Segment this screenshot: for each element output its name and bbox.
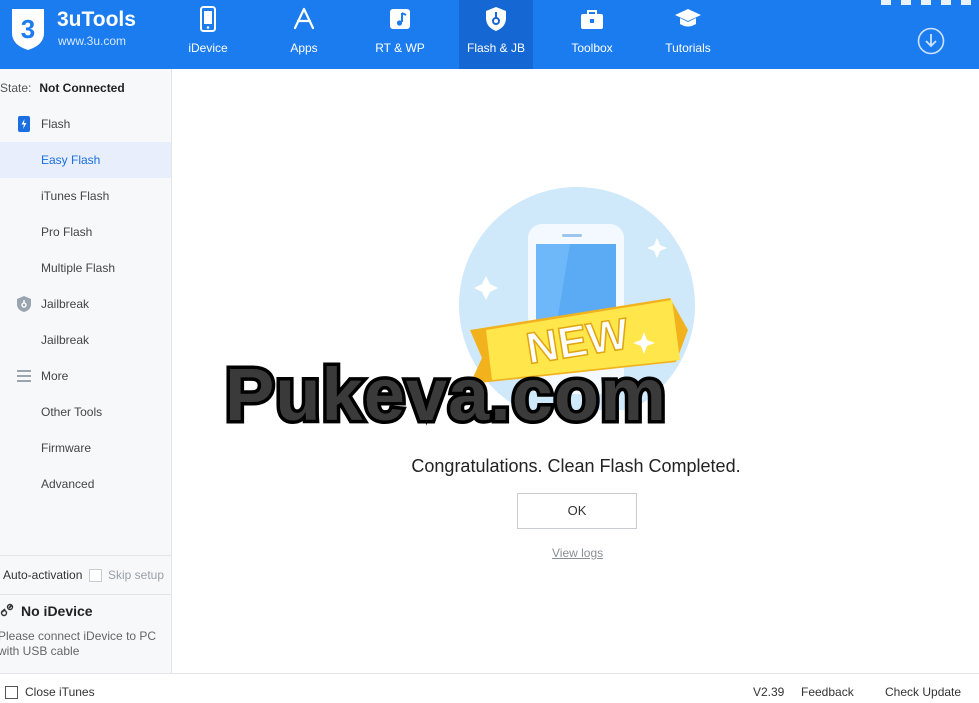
watermark-outline: Pukeva.com: [222, 354, 670, 435]
tab-label: Flash & JB: [466, 41, 526, 55]
tab-label: Apps: [290, 41, 318, 55]
app-site: www.3u.com: [58, 34, 127, 48]
sidebar-item-other-tools[interactable]: Other Tools: [0, 394, 171, 430]
close-itunes-checkbox[interactable]: [5, 686, 18, 699]
connect-message: Please connect iDevice to PC with USB ca…: [0, 629, 157, 658]
app-store-icon: [293, 7, 315, 30]
app-name: 3uTools: [57, 8, 136, 31]
sidebar-item-label: Multiple Flash: [41, 261, 116, 275]
sidebar: State: Not Connected Flash Easy Flash iTu…: [0, 69, 172, 673]
watermark-text: Pukeva.com: [222, 353, 670, 436]
sidebar-item-label: Pro Flash: [41, 225, 93, 239]
tab-idevice[interactable]: iDevice: [171, 0, 245, 69]
window-skin-icon[interactable]: [881, 0, 891, 5]
graduation-cap-icon: [675, 9, 701, 27]
no-idevice-title: No iDevice: [21, 603, 93, 619]
3u-logo-icon: 3: [12, 9, 44, 50]
download-icon[interactable]: [917, 27, 945, 55]
tab-toolbox[interactable]: Toolbox: [555, 0, 629, 69]
sidebar-group-label: More: [41, 369, 69, 383]
tab-apps[interactable]: Apps: [267, 0, 341, 69]
sidebar-group-label: Flash: [41, 117, 71, 131]
check-update-link[interactable]: Check Update: [885, 685, 961, 699]
sidebar-group-jailbreak[interactable]: Jailbreak: [0, 286, 171, 322]
sidebar-group-more[interactable]: More: [0, 358, 171, 394]
window-menu-icon[interactable]: [901, 0, 911, 5]
window-minimize-icon[interactable]: [921, 0, 931, 5]
auto-activation-label: Auto-activation: [3, 568, 83, 582]
version-label: V2.39: [753, 685, 785, 699]
divider: [0, 555, 171, 556]
sidebar-item-label: Jailbreak: [41, 333, 90, 347]
top-bar: 3 3uTools www.3u.com iDevice Apps RT & W…: [0, 0, 979, 69]
sidebar-item-label: Firmware: [41, 441, 91, 455]
music-note-icon: [390, 9, 410, 29]
window-maximize-icon[interactable]: [941, 0, 951, 5]
menu-lines-icon: [17, 370, 31, 382]
toolbox-icon: [581, 10, 603, 29]
completion-message: Congratulations. Clean Flash Completed.: [411, 456, 741, 476]
shield-icon: [17, 296, 31, 312]
sidebar-item-label: Advanced: [41, 477, 95, 491]
tab-tutorials[interactable]: Tutorials: [651, 0, 725, 69]
sidebar-item-easy-flash[interactable]: Easy Flash: [0, 142, 171, 178]
sidebar-item-label: iTunes Flash: [41, 189, 110, 203]
status-bar: Close iTunes V2.39 Feedback Check Update: [0, 673, 979, 703]
divider: [0, 594, 171, 595]
feedback-link[interactable]: Feedback: [801, 685, 854, 699]
flash-phone-icon: [18, 116, 30, 132]
sidebar-item-itunes-flash[interactable]: iTunes Flash: [0, 178, 171, 214]
tab-label: Tutorials: [665, 41, 711, 55]
window-close-icon[interactable]: [961, 0, 971, 5]
skip-setup-checkbox[interactable]: [89, 569, 102, 582]
sidebar-item-advanced[interactable]: Advanced: [0, 466, 171, 502]
tab-label: RT & WP: [375, 41, 425, 55]
sidebar-item-label: Easy Flash: [41, 153, 101, 167]
ok-button[interactable]: OK: [517, 493, 637, 529]
skip-setup-label: Skip setup: [108, 568, 165, 582]
sidebar-group-flash[interactable]: Flash: [0, 106, 171, 142]
view-logs-link[interactable]: View logs: [552, 546, 603, 560]
tab-rt-wp[interactable]: RT & WP: [363, 0, 437, 69]
tab-label: Toolbox: [571, 41, 613, 55]
disconnected-link-icon: [0, 603, 14, 617]
sidebar-item-label: Other Tools: [41, 405, 103, 419]
sidebar-item-multiple-flash[interactable]: Multiple Flash: [0, 250, 171, 286]
sidebar-item-pro-flash[interactable]: Pro Flash: [0, 214, 171, 250]
sidebar-group-label: Jailbreak: [41, 297, 90, 311]
state-value: Not Connected: [39, 81, 125, 95]
connection-state: State: Not Connected: [0, 81, 125, 95]
tab-flash-jb[interactable]: Flash & JB: [459, 0, 533, 69]
sidebar-item-firmware[interactable]: Firmware: [0, 430, 171, 466]
shield-key-icon: [486, 7, 506, 31]
svg-text:3: 3: [21, 14, 35, 44]
state-label: State:: [0, 81, 32, 95]
close-itunes-label: Close iTunes: [25, 685, 95, 699]
sidebar-item-jailbreak[interactable]: Jailbreak: [0, 322, 171, 358]
tab-label: iDevice: [188, 41, 228, 55]
phone-icon: [200, 6, 216, 32]
